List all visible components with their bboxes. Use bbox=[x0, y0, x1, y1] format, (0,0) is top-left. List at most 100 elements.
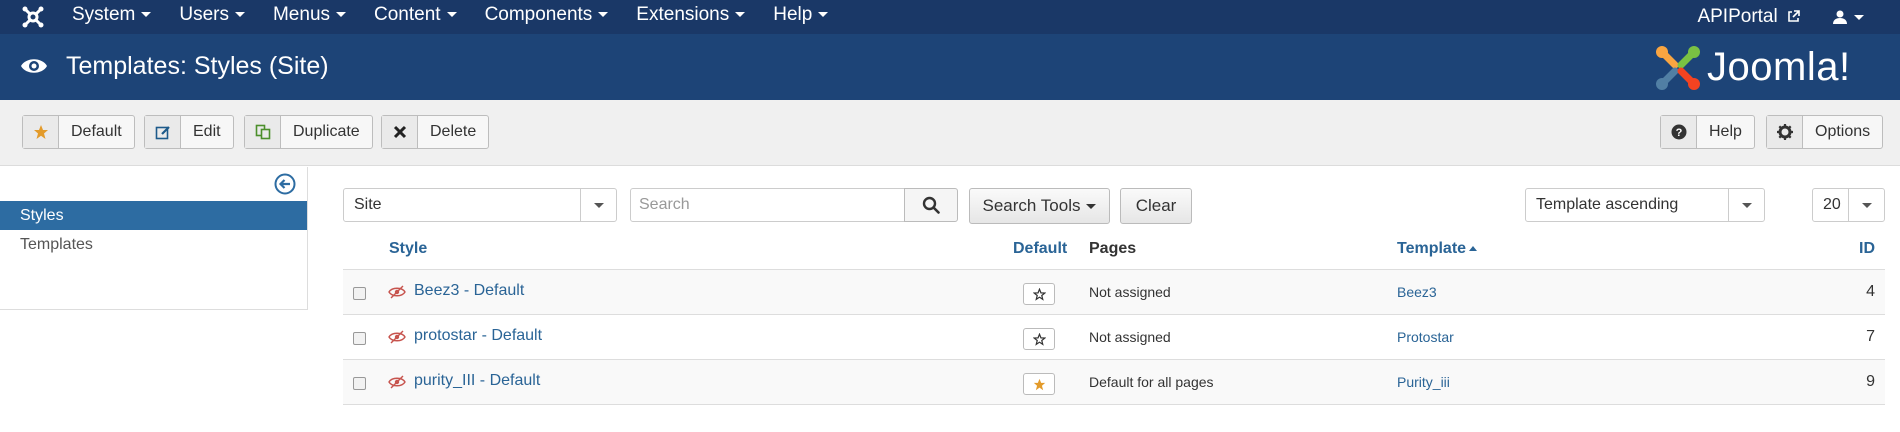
template-link[interactable]: Protostar bbox=[1397, 329, 1454, 345]
main-menu: System Users Menus Content Components Ex… bbox=[72, 0, 856, 34]
menu-menus[interactable]: Menus bbox=[273, 0, 360, 34]
menu-content[interactable]: Content bbox=[374, 0, 471, 34]
menu-label: Users bbox=[179, 4, 229, 25]
default-button[interactable]: Default bbox=[22, 115, 135, 149]
button-label: Default bbox=[71, 123, 122, 140]
edit-button[interactable]: Edit bbox=[144, 115, 234, 149]
chevron-down-icon bbox=[141, 12, 152, 18]
table-row: purity_III - Default Default for all pag… bbox=[343, 360, 1885, 405]
chevron-down-icon bbox=[234, 12, 245, 18]
search-tools-button[interactable]: Search Tools bbox=[969, 188, 1110, 224]
column-header-template[interactable]: Template bbox=[1397, 240, 1478, 258]
ordering-select[interactable]: Template ascending bbox=[1525, 188, 1765, 222]
help-button[interactable]: ? Help bbox=[1660, 115, 1755, 149]
sidebar-item-templates[interactable]: Templates bbox=[0, 230, 307, 259]
sidebar-item-styles[interactable]: Styles bbox=[0, 201, 307, 230]
button-label: Duplicate bbox=[293, 123, 360, 140]
table-row: protostar - Default Not assigned Protost… bbox=[343, 315, 1885, 360]
chevron-down-icon bbox=[598, 12, 609, 18]
pages-cell: Not assigned bbox=[1089, 329, 1171, 345]
eye-icon bbox=[21, 59, 47, 73]
client-select-value: Site bbox=[354, 196, 382, 213]
menu-components[interactable]: Components bbox=[485, 0, 623, 34]
id-cell: 4 bbox=[1866, 283, 1875, 300]
row-checkbox[interactable] bbox=[353, 332, 366, 345]
svg-text:?: ? bbox=[1675, 127, 1682, 139]
template-link[interactable]: Beez3 bbox=[1397, 284, 1437, 300]
menu-users[interactable]: Users bbox=[179, 0, 259, 34]
star-outline-icon bbox=[1032, 287, 1046, 301]
sidebar-item-label: Templates bbox=[20, 236, 93, 253]
search-icon bbox=[922, 196, 940, 214]
menu-label: System bbox=[72, 4, 136, 25]
collapse-sidebar-icon[interactable] bbox=[274, 173, 296, 195]
row-checkbox[interactable] bbox=[353, 377, 366, 390]
row-checkbox[interactable] bbox=[353, 287, 366, 300]
pages-cell: Default for all pages bbox=[1089, 374, 1214, 390]
star-outline-icon bbox=[1032, 332, 1046, 346]
styles-table: Style Default Pages Template ID Beez3 - … bbox=[343, 230, 1885, 405]
menu-help[interactable]: Help bbox=[773, 0, 842, 34]
eye-slash-icon bbox=[388, 330, 406, 344]
delete-button[interactable]: Delete bbox=[381, 115, 490, 149]
menu-label: Extensions bbox=[636, 4, 730, 25]
top-navbar: System Users Menus Content Components Ex… bbox=[0, 0, 1900, 34]
star-icon bbox=[1033, 378, 1045, 390]
joomla-logo-icon[interactable] bbox=[20, 4, 46, 30]
button-label: Options bbox=[1815, 123, 1871, 140]
id-cell: 7 bbox=[1866, 328, 1875, 345]
joomla-brand-icon bbox=[1656, 46, 1700, 90]
set-default-button[interactable] bbox=[1023, 328, 1055, 350]
menu-extensions[interactable]: Extensions bbox=[636, 0, 759, 34]
chevron-down-icon bbox=[1854, 14, 1864, 20]
eye-slash-icon bbox=[388, 285, 406, 299]
search-tools-label: Search Tools bbox=[982, 196, 1081, 215]
site-name: APIPortal bbox=[1697, 6, 1778, 27]
clear-label: Clear bbox=[1135, 196, 1177, 215]
set-default-button[interactable] bbox=[1023, 283, 1055, 305]
menu-label: Components bbox=[484, 4, 593, 25]
question-icon: ? bbox=[1661, 116, 1697, 148]
default-indicator-button[interactable] bbox=[1023, 373, 1055, 395]
close-icon bbox=[382, 116, 418, 148]
button-label: Edit bbox=[193, 123, 221, 140]
client-select[interactable]: Site bbox=[343, 188, 617, 222]
toolbar: Default Edit Duplicate Delete ? Help Opt… bbox=[0, 100, 1900, 166]
clear-button[interactable]: Clear bbox=[1120, 188, 1192, 224]
column-header-pages: Pages bbox=[1089, 240, 1137, 257]
edit-icon bbox=[145, 116, 181, 148]
star-icon bbox=[23, 116, 59, 148]
chevron-down-icon bbox=[818, 12, 829, 18]
duplicate-button[interactable]: Duplicate bbox=[244, 115, 373, 149]
page-header: Templates: Styles (Site) Joomla! bbox=[0, 34, 1900, 100]
options-button[interactable]: Options bbox=[1766, 115, 1884, 149]
template-link[interactable]: Purity_iii bbox=[1397, 374, 1450, 390]
column-header-label: Template bbox=[1397, 240, 1467, 257]
site-link[interactable]: APIPortal bbox=[1697, 6, 1800, 28]
ordering-select-value: Template ascending bbox=[1536, 196, 1679, 213]
button-label: Delete bbox=[430, 123, 477, 140]
style-name-link[interactable]: protostar - Default bbox=[414, 327, 542, 345]
chevron-down-icon bbox=[580, 189, 616, 221]
search-input[interactable] bbox=[630, 188, 905, 222]
column-header-style[interactable]: Style bbox=[389, 240, 427, 258]
chevron-down-icon bbox=[1848, 189, 1884, 221]
chevron-down-icon bbox=[735, 12, 746, 18]
brand-name: Joomla! bbox=[1707, 45, 1851, 89]
limit-select[interactable]: 20 bbox=[1812, 188, 1885, 222]
table-header: Style Default Pages Template ID bbox=[343, 230, 1885, 270]
style-name-link[interactable]: purity_III - Default bbox=[414, 372, 540, 390]
menu-label: Menus bbox=[272, 4, 331, 25]
sidebar-item-label: Styles bbox=[20, 207, 64, 224]
table-row: Beez3 - Default Not assigned Beez3 4 bbox=[343, 270, 1885, 315]
menu-system[interactable]: System bbox=[72, 0, 165, 34]
button-label: Help bbox=[1709, 123, 1742, 140]
column-header-id[interactable]: ID bbox=[1859, 240, 1875, 258]
gear-icon bbox=[1767, 116, 1803, 148]
column-header-default[interactable]: Default bbox=[1013, 240, 1067, 258]
style-name-link[interactable]: Beez3 - Default bbox=[414, 282, 524, 300]
eye-slash-icon bbox=[388, 375, 406, 389]
user-menu[interactable] bbox=[1832, 9, 1864, 25]
search-button[interactable] bbox=[904, 188, 958, 222]
external-link-icon bbox=[1788, 10, 1800, 22]
